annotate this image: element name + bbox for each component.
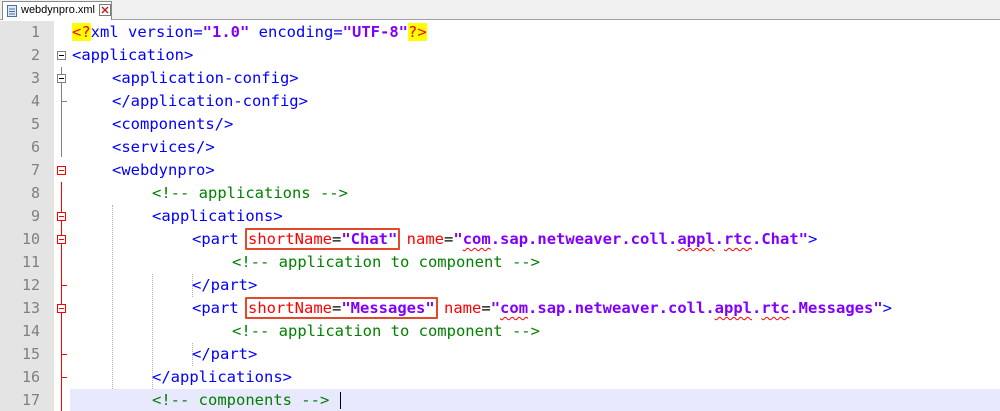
highlight-box-shortname-messages: shortName="Messages" xyxy=(245,297,438,319)
code-line: 10 <part shortName="Chat" name="com.sap.… xyxy=(0,228,1000,251)
text-cursor xyxy=(340,392,341,409)
fold-collapse-icon[interactable] xyxy=(54,228,70,251)
code-line: 2 <application> xyxy=(0,44,1000,67)
fold-collapse-icon[interactable] xyxy=(54,297,70,320)
tab-webdynpro-xml[interactable]: webdynpro.xml xyxy=(2,1,112,20)
code-line: 17 <!-- components --> xyxy=(0,389,1000,411)
fold-end-marker xyxy=(61,90,67,102)
code-line: 3 <application-config> xyxy=(0,67,1000,90)
code-line: 12 </part> xyxy=(0,274,1000,297)
code-line: 9 <applications> xyxy=(0,205,1000,228)
code-line: 1 <?xml version="1.0" encoding="UTF-8"?> xyxy=(30,23,427,41)
fold-collapse-icon[interactable] xyxy=(54,205,70,228)
code-line: 11 <!-- application to component --> xyxy=(21,253,540,271)
fold-end-marker xyxy=(61,343,67,355)
code-line: 6 <services/> xyxy=(30,138,215,156)
code-line: 7 <webdynpro> xyxy=(0,159,1000,182)
fold-collapse-icon[interactable] xyxy=(54,44,70,67)
tab-bar: webdynpro.xml xyxy=(0,0,1000,20)
fold-end-marker xyxy=(61,274,67,286)
code-line: 15 </part> xyxy=(0,343,1000,366)
code-line: 4 </application-config> xyxy=(0,90,1000,113)
fold-end-marker xyxy=(61,366,67,378)
highlight-box-shortname-chat: shortName="Chat" xyxy=(245,228,401,250)
code-line: 5 <components/> xyxy=(30,115,234,133)
code-editor[interactable]: 1 <?xml version="1.0" encoding="UTF-8"?>… xyxy=(0,21,1000,411)
code-line: 13 <part shortName="Messages" name="com.… xyxy=(0,297,1000,320)
tab-label: webdynpro.xml xyxy=(21,4,95,16)
fold-collapse-icon[interactable] xyxy=(54,159,70,182)
code-line: 16 </applications> xyxy=(0,366,1000,389)
close-icon[interactable] xyxy=(99,4,111,16)
code-line: 8 <!-- applications --> xyxy=(30,184,348,202)
file-icon xyxy=(7,5,17,17)
fold-collapse-icon[interactable] xyxy=(54,67,70,90)
code-line: 14 <!-- application to component --> xyxy=(21,322,540,340)
